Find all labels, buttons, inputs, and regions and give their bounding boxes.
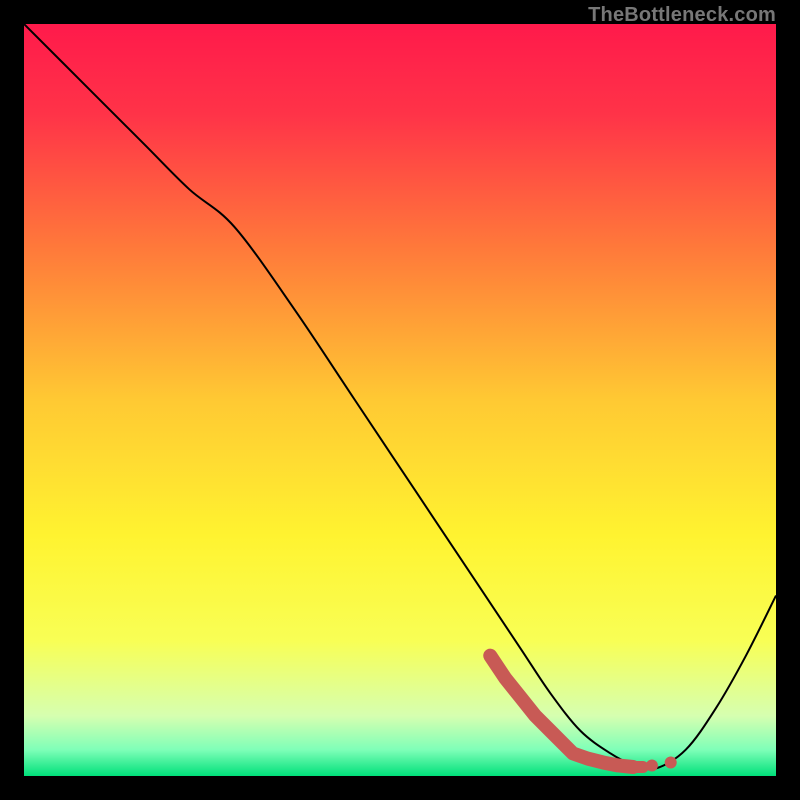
chart-svg [24, 24, 776, 776]
plot-area [24, 24, 776, 776]
chart-container: TheBottleneck.com [0, 0, 800, 800]
highlight-dot [646, 759, 658, 771]
highlight-dot [665, 756, 677, 768]
